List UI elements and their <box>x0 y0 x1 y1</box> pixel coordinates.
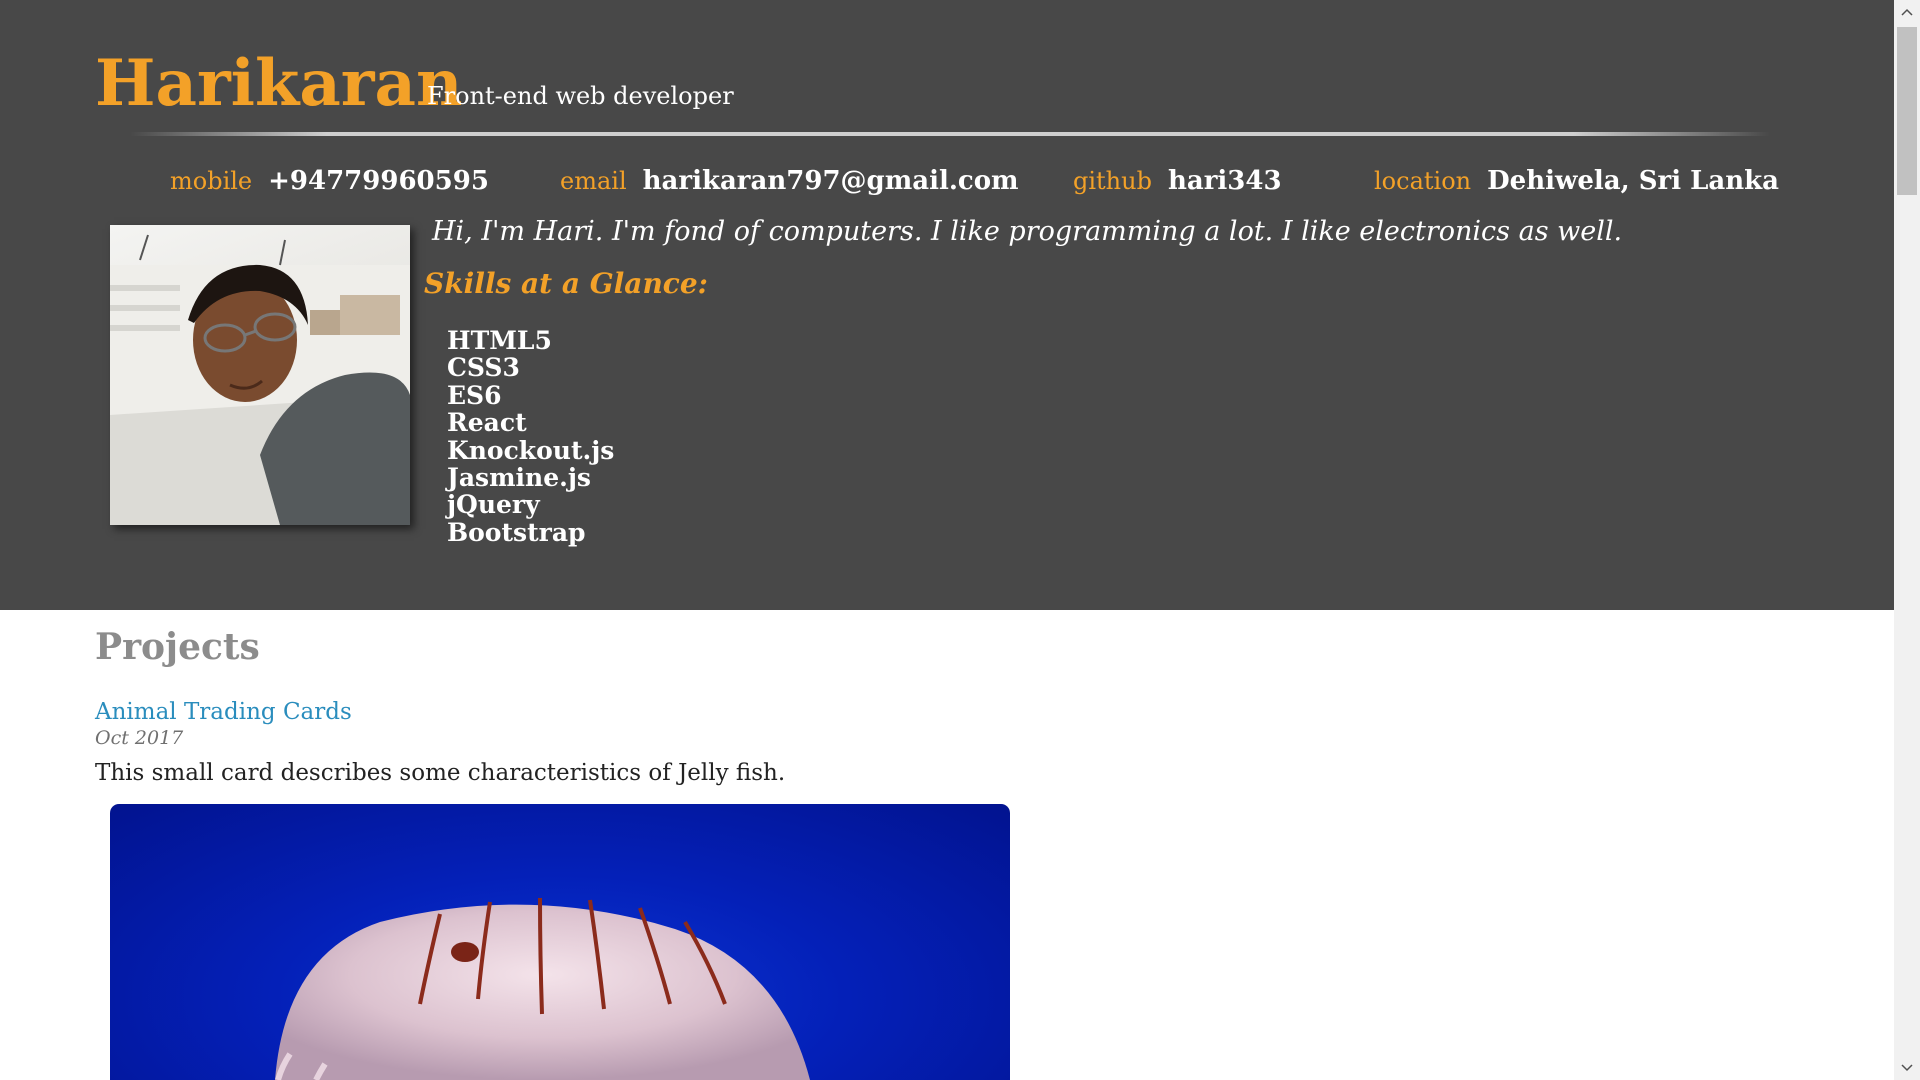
project-title-link[interactable]: Animal Trading Cards <box>95 697 352 727</box>
skill-item: ES6 <box>447 380 502 410</box>
skill-item: jQuery <box>447 490 540 520</box>
skill-item: Bootstrap <box>447 517 586 547</box>
contact-location-value: Dehiwela, Sri Lanka <box>1487 166 1780 196</box>
profile-name: Harikaran <box>95 46 463 121</box>
contact-email-label: email <box>560 167 627 195</box>
contact-github-value[interactable]: hari343 <box>1168 166 1282 196</box>
skill-item: React <box>447 408 527 438</box>
contact-email-value[interactable]: harikaran797@gmail.com <box>643 166 1019 196</box>
skill-item: HTML5 <box>447 326 552 355</box>
contact-mobile: mobile +94779960595 <box>170 164 489 198</box>
contact-mobile-label: mobile <box>170 167 253 195</box>
contact-email: email harikaran797@gmail.com <box>560 164 1019 198</box>
page: Harikaran Front-end web developer mobile… <box>0 0 1894 1080</box>
scrollbar-thumb[interactable] <box>1897 27 1917 195</box>
skill-item: Jasmine.js <box>447 463 591 493</box>
contact-github-label: github <box>1073 167 1152 195</box>
scroll-up-icon[interactable] <box>1894 0 1920 24</box>
skills-heading: Skills at a Glance: <box>424 267 709 300</box>
header-divider <box>130 132 1770 136</box>
project-image-jellyfish <box>110 804 1010 1080</box>
contact-location: location Dehiwela, Sri Lanka <box>1374 164 1779 198</box>
profile-photo <box>110 225 410 525</box>
intro-text: Hi, I'm Hari. I'm fond of computers. I l… <box>432 216 1623 247</box>
scroll-down-icon[interactable] <box>1894 1056 1920 1080</box>
projects-heading: Projects <box>95 626 260 668</box>
skills-list: HTML5 CSS3 ES6 React Knockout.js Jasmine… <box>447 326 615 547</box>
contact-github: github hari343 <box>1073 164 1282 198</box>
profile-header: Harikaran Front-end web developer mobile… <box>0 0 1894 610</box>
project-description: This small card describes some character… <box>95 760 786 786</box>
jellyfish-illustration <box>275 897 810 1080</box>
contact-location-label: location <box>1374 167 1472 195</box>
profile-photo-illustration <box>110 234 410 525</box>
contact-mobile-value: +94779960595 <box>268 166 489 196</box>
skill-item: Knockout.js <box>447 435 615 465</box>
project-date: Oct 2017 <box>95 727 184 749</box>
profile-role: Front-end web developer <box>427 82 734 110</box>
vertical-scrollbar[interactable] <box>1894 0 1920 1080</box>
skill-item: CSS3 <box>447 353 520 383</box>
